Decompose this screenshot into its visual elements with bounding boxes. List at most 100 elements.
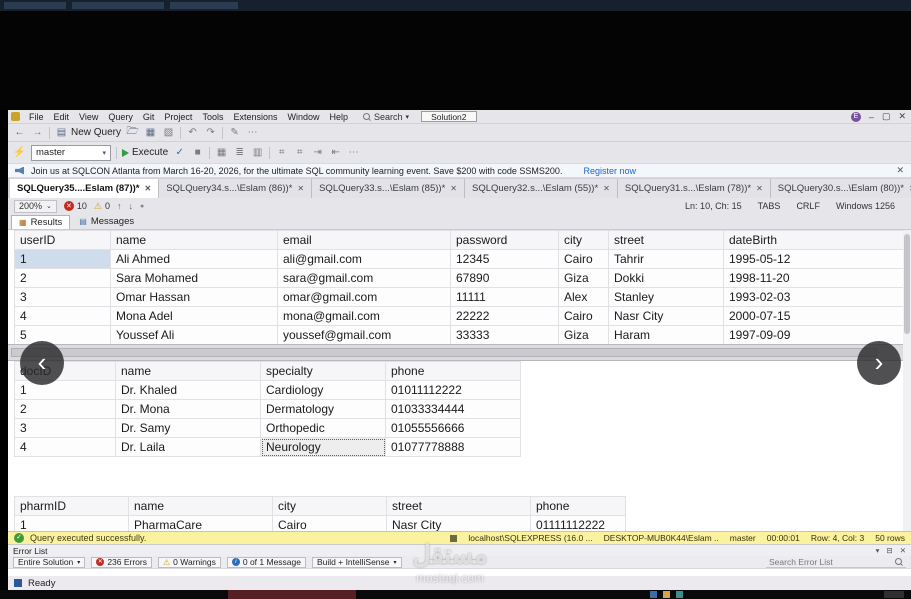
grid-cell[interactable]: 11111	[450, 287, 559, 307]
grid-cell[interactable]: 01111112222	[530, 515, 626, 531]
feedback-icon[interactable]	[14, 579, 22, 587]
grid-cell[interactable]: 01011112222	[385, 380, 521, 400]
next-image-button[interactable]: ›	[857, 341, 901, 385]
tab-results[interactable]: ▦ Results	[11, 214, 71, 229]
grid-cell[interactable]: Neurology	[260, 437, 386, 457]
grid-column-header[interactable]: email	[277, 230, 451, 250]
parse-icon[interactable]: ✓	[173, 147, 186, 158]
document-tab[interactable]: SQLQuery34.s...\Eslam (86))* ✕	[159, 179, 313, 198]
uncomment-icon[interactable]: ⌗	[293, 147, 306, 158]
maximize-button[interactable]: ▢	[882, 111, 891, 122]
grid-column-header[interactable]: dateBirth	[723, 230, 906, 250]
grid-cell[interactable]: PharmaCare	[128, 515, 273, 531]
grid-cell[interactable]: mona@gmail.com	[277, 306, 451, 326]
document-tab[interactable]: SQLQuery35....Eslam (87))* ✕	[10, 179, 160, 198]
grid-cell[interactable]: 1	[14, 515, 129, 531]
horizontal-scrollbar[interactable]	[8, 344, 903, 361]
menu-item-tools[interactable]: Tools	[197, 112, 228, 122]
grid-cell[interactable]: Youssef Ali	[110, 325, 278, 345]
save-icon[interactable]: ▦	[144, 127, 157, 138]
grid-cell[interactable]: omar@gmail.com	[277, 287, 451, 307]
tab-close-icon[interactable]: ✕	[450, 184, 457, 193]
taskbar-tray-icon[interactable]	[676, 591, 683, 598]
grid-column-header[interactable]: phone	[385, 361, 521, 381]
grid-cell[interactable]: Dr. Khaled	[115, 380, 261, 400]
grid-cell[interactable]: 2	[14, 268, 111, 288]
vertical-scrollbar-thumb[interactable]	[904, 234, 910, 334]
grid-column-header[interactable]: street	[386, 496, 531, 516]
tab-close-icon[interactable]: ✕	[756, 184, 763, 193]
grid-cell[interactable]: Cairo	[272, 515, 387, 531]
encoding-indicator[interactable]: Windows 1256	[836, 201, 895, 211]
more-tools-icon[interactable]: ⋯	[246, 127, 259, 138]
vertical-scrollbar[interactable]	[903, 230, 911, 531]
grid-cell[interactable]: Nasr City	[386, 515, 531, 531]
menu-item-edit[interactable]: Edit	[49, 112, 75, 122]
grid-cell[interactable]: Dr. Samy	[115, 418, 261, 438]
grid-cell[interactable]: Sara Mohamed	[110, 268, 278, 288]
zoom-selector[interactable]: 200% ⌄	[14, 199, 57, 213]
grid-cell[interactable]: 2000-07-15	[723, 306, 906, 326]
scroll-down-icon[interactable]: ↓	[129, 201, 134, 211]
notification-close-icon[interactable]: ✕	[896, 165, 904, 176]
scope-selector[interactable]: Entire Solution ▾	[13, 556, 86, 568]
grid-cell[interactable]: Nasr City	[608, 306, 724, 326]
taskbar-tray-icon[interactable]	[663, 591, 670, 598]
grid-cell[interactable]: 4	[14, 437, 116, 457]
error-count-badge[interactable]: ✕ 10	[63, 201, 87, 211]
grid-column-header[interactable]: password	[450, 230, 559, 250]
taskbar-tray-icon[interactable]	[650, 591, 657, 598]
grid-cell[interactable]: 1	[14, 249, 111, 269]
scroll-up-icon[interactable]: ↑	[117, 201, 122, 211]
results-grid-icon[interactable]: ▦	[215, 147, 228, 158]
grid-cell[interactable]: Dr. Mona	[115, 399, 261, 419]
open-file-icon[interactable]: 🗁	[126, 124, 139, 141]
redo-icon[interactable]: ↷	[204, 127, 217, 138]
chevron-down-icon[interactable]: ▾	[876, 546, 880, 555]
navigate-forward-icon[interactable]: →	[31, 127, 44, 138]
grid-cell[interactable]: Giza	[558, 268, 609, 288]
menu-item-view[interactable]: View	[74, 112, 103, 122]
save-all-icon[interactable]: ▧	[162, 127, 175, 138]
grid-cell[interactable]: 1993-02-03	[723, 287, 906, 307]
grid-cell[interactable]: Haram	[608, 325, 724, 345]
grid-cell[interactable]: ali@gmail.com	[277, 249, 451, 269]
tab-close-icon[interactable]: ✕	[297, 184, 304, 193]
results-text-icon[interactable]: ≣	[233, 147, 246, 158]
grid-cell[interactable]: 67890	[450, 268, 559, 288]
grid-column-header[interactable]: name	[110, 230, 278, 250]
grid-column-header[interactable]: name	[115, 361, 261, 381]
outdent-icon[interactable]: ⇤	[329, 147, 342, 158]
grid-cell[interactable]: Ali Ahmed	[110, 249, 278, 269]
cancel-query-icon[interactable]: ■	[191, 147, 204, 158]
grid-cell[interactable]: Cairo	[558, 306, 609, 326]
close-panel-icon[interactable]: ✕	[900, 546, 906, 555]
grid-cell[interactable]: 1	[14, 380, 116, 400]
grid-column-header[interactable]: street	[608, 230, 724, 250]
previous-image-button[interactable]: ‹	[20, 341, 64, 385]
grid-cell[interactable]: 1998-11-20	[723, 268, 906, 288]
register-now-link[interactable]: Register now	[583, 166, 636, 176]
search-box[interactable]: Search ▾	[363, 112, 409, 122]
grid-cell[interactable]: 1995-05-12	[723, 249, 906, 269]
warning-count-badge[interactable]: ⚠ 0	[94, 201, 110, 212]
grid-column-header[interactable]: userID	[14, 230, 111, 250]
menu-item-help[interactable]: Help	[325, 112, 354, 122]
tab-close-icon[interactable]: ✕	[145, 184, 152, 193]
warnings-filter-button[interactable]: ⚠ 0 Warnings	[158, 556, 221, 568]
intellisense-filter[interactable]: Build + IntelliSense ▾	[311, 556, 402, 568]
grid-cell[interactable]: Tahrir	[608, 249, 724, 269]
grid-cell[interactable]: 2	[14, 399, 116, 419]
grid-cell[interactable]: Alex	[558, 287, 609, 307]
error-list-search-input[interactable]: Search Error List	[766, 557, 906, 568]
tabs-indicator[interactable]: TABS	[758, 201, 781, 211]
account-avatar[interactable]: E	[850, 111, 861, 122]
indent-icon[interactable]: ⇥	[311, 147, 324, 158]
grid-cell[interactable]: 01055556666	[385, 418, 521, 438]
database-selector[interactable]: master ▾	[31, 144, 111, 161]
line-ending-indicator[interactable]: CRLF	[796, 201, 820, 211]
document-tab[interactable]: SQLQuery32.s...\Eslam (55))* ✕	[464, 179, 618, 198]
grid-cell[interactable]: 01077778888	[385, 437, 521, 457]
taskbar-clock-area[interactable]	[884, 591, 904, 598]
grid-cell[interactable]: Dr. Laila	[115, 437, 261, 457]
